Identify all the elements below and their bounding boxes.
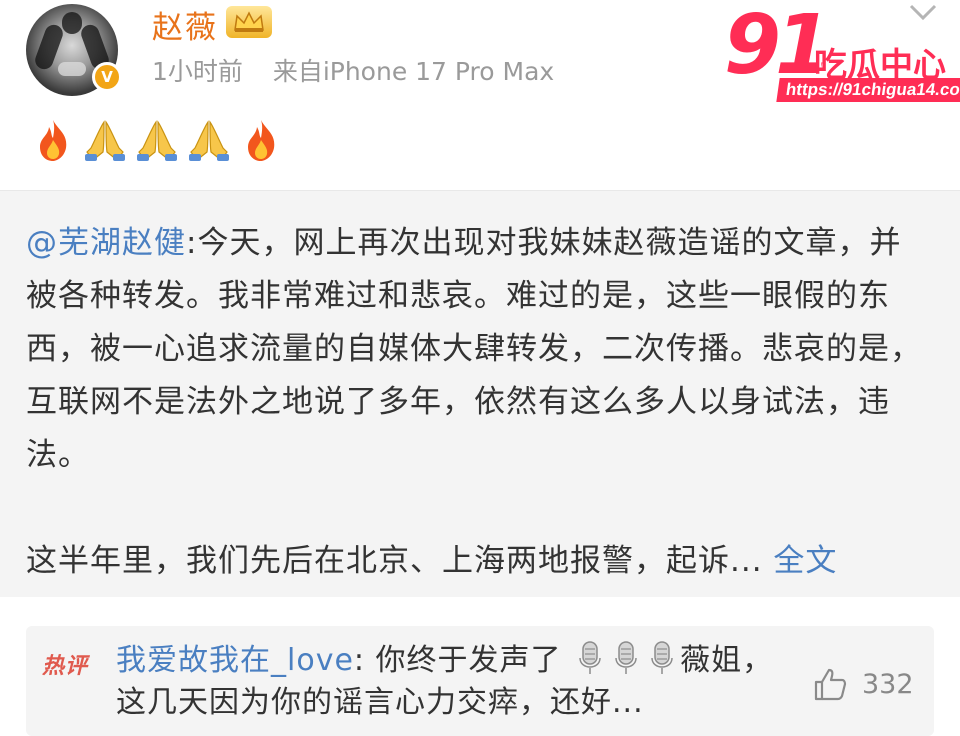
fire-icon <box>238 112 284 162</box>
repost-text: @芜湖赵健:今天，网上再次出现对我妹妹赵薇造谣的文章，并被各种转发。我非常难过和… <box>26 217 926 588</box>
thumbs-up-icon[interactable] <box>812 666 848 702</box>
full-text-link[interactable]: 全文 <box>773 543 837 579</box>
like-count: 332 <box>862 668 914 700</box>
hot-comment-tag: 热评 <box>42 654 89 679</box>
pray-icon <box>186 112 232 162</box>
post-source: 来自iPhone 17 Pro Max <box>272 57 555 86</box>
repost-paragraph-2: 这半年里，我们先后在北京、上海两地报警，起诉... <box>26 543 774 579</box>
commenter-name[interactable]: 我爱故我在_love <box>116 643 354 678</box>
reposted-content[interactable]: @芜湖赵健:今天，网上再次出现对我妹妹赵薇造谣的文章，并被各种转发。我非常难过和… <box>0 190 960 597</box>
verified-v-icon: V <box>92 62 122 92</box>
microphone-icon <box>651 641 673 674</box>
emoji-row <box>30 112 284 162</box>
pray-icon <box>82 112 128 162</box>
comment-text-part-1: : 你终于发声了 <box>353 643 562 678</box>
microphone-icon <box>579 641 601 674</box>
watermark-url: https://91chigua14.com <box>776 78 960 102</box>
repost-paragraph-1: :今天，网上再次出现对我妹妹赵薇造谣的文章，并被各种转发。我非常难过和悲哀。难过… <box>26 225 922 473</box>
pray-icon <box>134 112 180 162</box>
comment-text: 我爱故我在_love: 你终于发声了 薇姐，这几天因为你的谣言心力交瘁，还好..… <box>116 640 796 724</box>
like-button[interactable]: 332 <box>812 666 914 702</box>
mention-link[interactable]: @芜湖赵健 <box>26 225 186 261</box>
crown-badge-icon[interactable] <box>226 6 272 38</box>
post-time: 1小时前 <box>152 57 243 86</box>
username[interactable]: 赵薇 <box>152 2 218 47</box>
microphone-icon <box>615 641 637 674</box>
fire-icon <box>30 112 76 162</box>
post-meta: 1小时前 来自iPhone 17 Pro Max <box>152 52 554 88</box>
site-watermark: 91 吃瓜中心 https://91chigua14.com <box>724 0 960 102</box>
